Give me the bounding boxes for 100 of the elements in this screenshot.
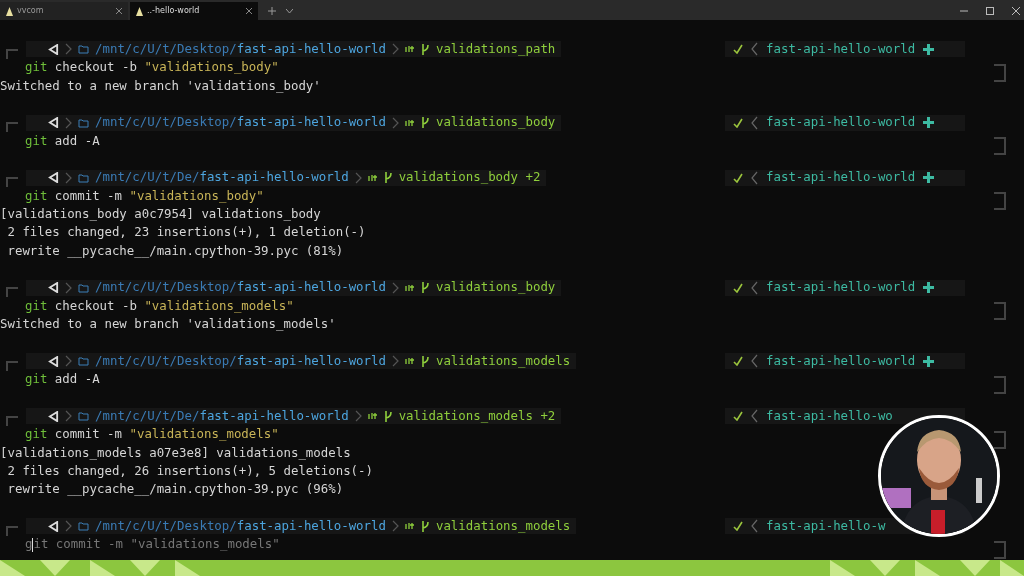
distro-icon <box>48 172 59 184</box>
distro-icon <box>48 355 59 367</box>
path-text: /mnt/c/U/t/Desktop/fast-api-hello-world <box>95 113 386 132</box>
path-text: /mnt/c/U/t/Desktop/fast-api-hello-world <box>95 516 386 535</box>
chevron-icon <box>391 520 399 533</box>
chevron-left-icon <box>751 42 758 57</box>
command-line: git commit -m "validations_models" <box>25 535 280 554</box>
status-icon <box>923 117 935 129</box>
prompt-bracket <box>6 48 18 59</box>
new-tab-icon[interactable] <box>268 7 276 15</box>
prompt-bracket <box>994 540 1006 559</box>
command-line: git add -A <box>25 370 100 389</box>
path-text: /mnt/c/U/t/Desktop/fast-api-hello-world <box>95 351 386 370</box>
path-text: /mnt/c/U/t/De/fast-api-hello-world <box>95 168 349 187</box>
chevron-left-icon <box>751 409 758 424</box>
chevron-icon <box>65 355 72 367</box>
right-directory: fast-api-hello-world <box>766 113 916 132</box>
status-icon <box>923 355 935 367</box>
prompt-bracket <box>6 287 18 298</box>
output-line: rewrite __pycache__/main.cpython-39.pyc (96%) <box>6 480 344 499</box>
check-icon <box>733 282 743 293</box>
tab[interactable]: ..-hello-world <box>130 2 258 20</box>
check-icon <box>733 117 743 128</box>
tab[interactable]: vvcom <box>0 2 128 20</box>
chevron-icon <box>391 281 399 294</box>
folder-icon <box>78 172 89 183</box>
right-directory: fast-api-hello-world <box>766 278 916 297</box>
distro-icon <box>48 117 59 129</box>
dropdown-icon[interactable] <box>286 8 293 14</box>
branch-icon <box>420 519 430 533</box>
branch-name: validations_path <box>435 40 556 58</box>
branch-icon <box>420 42 430 56</box>
check-icon <box>733 44 743 55</box>
output-line: rewrite __pycache__/main.cpython-39.pyc (81%) <box>6 241 344 260</box>
chevron-icon <box>354 171 362 184</box>
chevron-left-icon <box>751 115 758 130</box>
output-line: 2 files changed, 23 insertions(+), 1 deletion(-) <box>6 223 366 242</box>
branch-name: validations_models <box>435 351 571 370</box>
prompt-bracket <box>994 137 1006 156</box>
prompt-bracket <box>994 302 1006 321</box>
chevron-left-icon <box>751 519 758 534</box>
path-text: /mnt/c/U/t/Desktop/fast-api-hello-world <box>95 40 386 58</box>
distro-icon <box>48 410 59 422</box>
folder-icon <box>78 411 89 422</box>
branch-icon <box>420 116 430 130</box>
prompt-bracket <box>994 375 1006 394</box>
close-icon <box>116 8 122 14</box>
folder-icon <box>78 356 89 366</box>
distro-icon <box>48 520 59 532</box>
chevron-icon <box>391 355 399 367</box>
close-icon[interactable] <box>1012 7 1020 15</box>
git-icon <box>367 412 378 421</box>
status-icon <box>923 43 935 55</box>
check-icon <box>733 172 743 183</box>
command-line: git checkout -b "validations_models" <box>25 296 294 315</box>
prompt-bracket <box>6 415 18 426</box>
folder-icon <box>78 44 89 55</box>
output-line: Switched to a new branch 'validations_body' <box>0 76 321 95</box>
branch-icon <box>383 409 393 423</box>
chevron-left-icon <box>751 354 758 368</box>
folder-icon <box>78 117 89 128</box>
chevron-icon <box>65 116 72 129</box>
output-line: [validations_body a0c7954] validations_body <box>0 205 321 224</box>
output-line: 2 files changed, 26 insertions(+), 5 deletions(-) <box>6 461 373 480</box>
prompt-bracket <box>994 430 1006 449</box>
git-icon <box>404 45 415 54</box>
branch-name: validations_models +2 <box>398 406 556 425</box>
git-icon <box>404 118 415 127</box>
branch-icon <box>420 281 430 295</box>
prompt-bracket <box>994 64 1006 82</box>
chevron-icon <box>391 116 399 129</box>
maximize-icon[interactable] <box>986 7 994 15</box>
distro-icon <box>48 282 59 294</box>
command-line: git checkout -b "validations_body" <box>25 58 279 77</box>
status-icon <box>923 172 935 184</box>
output-line: [validations_models a07e3e8] validations_models <box>0 443 351 462</box>
command-line: git commit -m "validations_models" <box>25 425 279 444</box>
git-icon <box>404 357 415 365</box>
branch-name: validations_body +2 <box>398 168 541 187</box>
branch-name: validations_body <box>435 278 556 297</box>
path-text: /mnt/c/U/t/De/fast-api-hello-world <box>95 406 349 425</box>
right-directory: fast-api-hello-world <box>766 40 916 58</box>
folder-icon <box>78 521 89 532</box>
prompt-bracket <box>6 177 18 188</box>
chevron-icon <box>65 410 72 423</box>
right-directory: fast-api-hello-wo <box>766 406 893 425</box>
prompt-bracket <box>6 122 18 133</box>
check-icon <box>733 356 743 366</box>
branch-name: validations_body <box>435 113 556 132</box>
path-text: /mnt/c/U/t/Desktop/fast-api-hello-world <box>95 278 386 297</box>
close-icon <box>246 8 252 14</box>
git-icon <box>404 283 415 292</box>
branch-icon <box>383 171 393 185</box>
chevron-icon <box>65 171 72 184</box>
chevron-icon <box>65 520 72 533</box>
right-directory: fast-api-hello-world <box>766 351 916 370</box>
chevron-icon <box>65 43 72 56</box>
right-directory: fast-api-hello-w <box>766 516 886 535</box>
status-icon <box>923 282 935 294</box>
prompt-bracket <box>6 360 18 371</box>
